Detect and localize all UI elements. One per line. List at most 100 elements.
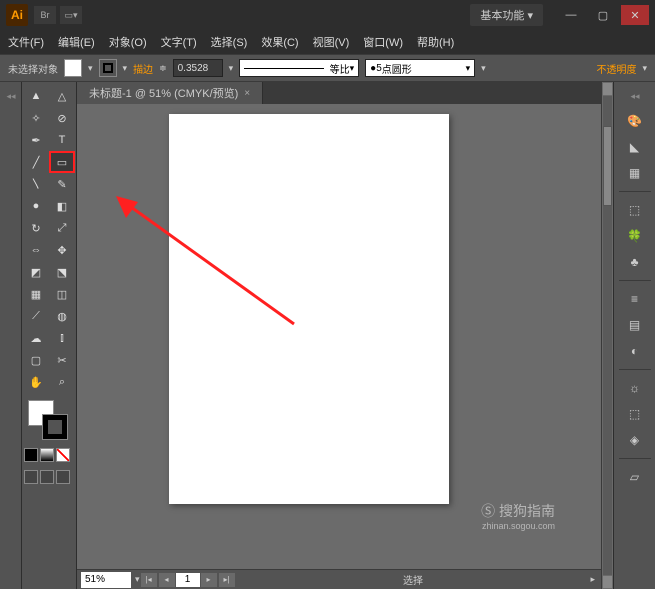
panel-icon-3[interactable]: ⬚ [624, 199, 646, 221]
arrange-button[interactable]: ▭▾ [60, 6, 82, 24]
menu-bar: 文件(F) 编辑(E) 对象(O) 文字(T) 选择(S) 效果(C) 视图(V) 窗口(W)… [0, 30, 655, 54]
width-tool[interactable]: ⇔ [24, 240, 48, 260]
selection-status: 未选择对象 [8, 61, 58, 76]
first-artboard-button[interactable]: |◂ [141, 573, 157, 587]
tools-panel: ▲△✧⊘✒T╱▭〵✎●◧↻⤢⇔✥◩⬔▦◫⟋◍☁⫾▢✂✋⌕ [22, 82, 77, 589]
close-tab-icon[interactable]: × [244, 88, 250, 99]
gradient-tool[interactable]: ◫ [50, 284, 74, 304]
menu-item[interactable]: 效果(C) [261, 34, 298, 50]
panel-icon-11[interactable]: ◈ [624, 429, 646, 451]
scroll-up-button[interactable] [603, 83, 612, 95]
scroll-track[interactable] [603, 96, 612, 575]
panel-icon-4[interactable]: 🍀 [624, 225, 646, 247]
dash-profile-select[interactable]: ● 5 点圆形▾ [365, 59, 475, 77]
symbol-tool[interactable]: ☁ [24, 328, 48, 348]
left-dock: ◂◂ [0, 82, 22, 589]
zoom-tool[interactable]: ⌕ [50, 372, 74, 392]
status-mode: 选择 [236, 572, 591, 587]
mesh-tool[interactable]: ▦ [24, 284, 48, 304]
pen-tool[interactable]: ✒ [24, 130, 48, 150]
scroll-down-button[interactable] [603, 576, 612, 588]
pencil-tool[interactable]: ✎ [50, 174, 74, 194]
panel-icon-0[interactable]: 🎨 [624, 110, 646, 132]
vertical-scrollbar[interactable] [601, 82, 613, 589]
graph-tool[interactable]: ⫾ [50, 328, 74, 348]
magic-wand-tool[interactable]: ✧ [24, 108, 48, 128]
color-mode[interactable] [24, 448, 38, 462]
stroke-weight-input[interactable] [173, 59, 223, 77]
none-mode[interactable] [56, 448, 70, 462]
minimize-button[interactable]: — [557, 5, 585, 25]
menu-item[interactable]: 文件(F) [8, 34, 44, 50]
hand-tool[interactable]: ✋ [24, 372, 48, 392]
rotate-tool[interactable]: ↻ [24, 218, 48, 238]
scale-tool[interactable]: ⤢ [50, 218, 74, 238]
blob-tool[interactable]: ● [24, 196, 48, 216]
eraser-tool[interactable]: ◧ [50, 196, 74, 216]
artboard-number-input[interactable]: 1 [176, 573, 200, 587]
selection-tool[interactable]: ▲ [24, 86, 48, 106]
gradient-mode[interactable] [40, 448, 54, 462]
panel-icon-6[interactable]: ≡ [624, 288, 646, 310]
stroke-swatch[interactable] [99, 59, 117, 77]
perspective-tool[interactable]: ⬔ [50, 262, 74, 282]
brush-tool[interactable]: 〵 [24, 174, 48, 194]
panel-icon-1[interactable]: ◣ [624, 136, 646, 158]
menu-item[interactable]: 文字(T) [161, 34, 197, 50]
free-transform-tool[interactable]: ✥ [50, 240, 74, 260]
next-artboard-button[interactable]: ▸ [201, 573, 217, 587]
panel-icon-12[interactable]: ▱ [624, 466, 646, 488]
zoom-input[interactable]: 51% [81, 572, 131, 588]
type-tool[interactable]: T [50, 130, 74, 150]
screen-mode-normal[interactable] [24, 470, 38, 484]
direct-selection-tool[interactable]: △ [50, 86, 74, 106]
slice-tool[interactable]: ✂ [50, 350, 74, 370]
menu-item[interactable]: 对象(O) [109, 34, 147, 50]
panel-icon-5[interactable]: ♣ [624, 251, 646, 273]
right-dock: ◂◂ 🎨 ◣ ▦ ⬚ 🍀 ♣ ≡ ▤ ◐ ☼ ⬚ ◈ ▱ [613, 82, 655, 589]
opacity-label[interactable]: 不透明度 [596, 61, 636, 76]
eyedropper-tool[interactable]: ⟋ [24, 306, 48, 326]
ai-logo-icon: Ai [6, 4, 28, 26]
rectangle-tool[interactable]: ▭ [50, 152, 74, 172]
prev-artboard-button[interactable]: ◂ [159, 573, 175, 587]
menu-item[interactable]: 视图(V) [313, 34, 350, 50]
canvas[interactable]: Ⓢ 搜狗指南 zhinan.sogou.com [77, 104, 601, 569]
scroll-thumb[interactable] [603, 126, 612, 206]
document-tab[interactable]: 未标题-1 @ 51% (CMYK/预览) × [77, 82, 263, 104]
document-tab-title: 未标题-1 @ 51% (CMYK/预览) [89, 85, 238, 101]
panel-icon-10[interactable]: ⬚ [624, 403, 646, 425]
watermark: Ⓢ 搜狗指南 zhinan.sogou.com [481, 501, 555, 531]
dock-handle-icon[interactable]: ◂◂ [631, 86, 639, 106]
dock-handle-icon[interactable]: ◂◂ [7, 86, 15, 106]
workspace-switcher[interactable]: 基本功能 ▾ [470, 4, 543, 26]
menu-item[interactable]: 编辑(E) [58, 34, 95, 50]
shape-builder-tool[interactable]: ◩ [24, 262, 48, 282]
panel-icon-2[interactable]: ▦ [624, 162, 646, 184]
stroke-label[interactable]: 描边 [133, 61, 153, 76]
menu-item[interactable]: 帮助(H) [417, 34, 454, 50]
blend-tool[interactable]: ◍ [50, 306, 74, 326]
control-bar: 未选择对象 ▾ ▾ 描边 ≑ ▾ 等比▾ ● 5 点圆形▾ ▾ 不透明度 ▾ [0, 54, 655, 82]
bridge-button[interactable]: Br [34, 6, 56, 24]
maximize-button[interactable]: ▢ [589, 5, 617, 25]
status-bar: 51%▾ |◂ ◂ 1 ▸ ▸| 选择 ▸ [77, 569, 601, 589]
panel-icon-8[interactable]: ◐ [624, 340, 646, 362]
screen-mode-presentation[interactable] [56, 470, 70, 484]
document-tab-bar: 未标题-1 @ 51% (CMYK/预览) × [77, 82, 601, 104]
lasso-tool[interactable]: ⊘ [50, 108, 74, 128]
stroke-color-box[interactable] [42, 414, 68, 440]
fill-swatch[interactable] [64, 59, 82, 77]
panel-icon-7[interactable]: ▤ [624, 314, 646, 336]
line-tool[interactable]: ╱ [24, 152, 48, 172]
menu-item[interactable]: 选择(S) [211, 34, 248, 50]
artboard-tool[interactable]: ▢ [24, 350, 48, 370]
menu-item[interactable]: 窗口(W) [363, 34, 403, 50]
last-artboard-button[interactable]: ▸| [219, 573, 235, 587]
screen-mode-full[interactable] [40, 470, 54, 484]
artboard[interactable] [169, 114, 449, 504]
scale-profile-select[interactable]: 等比▾ [239, 59, 359, 77]
close-button[interactable]: ✕ [621, 5, 649, 25]
title-bar: Ai Br ▭▾ 基本功能 ▾ — ▢ ✕ [0, 0, 655, 30]
panel-icon-9[interactable]: ☼ [624, 377, 646, 399]
